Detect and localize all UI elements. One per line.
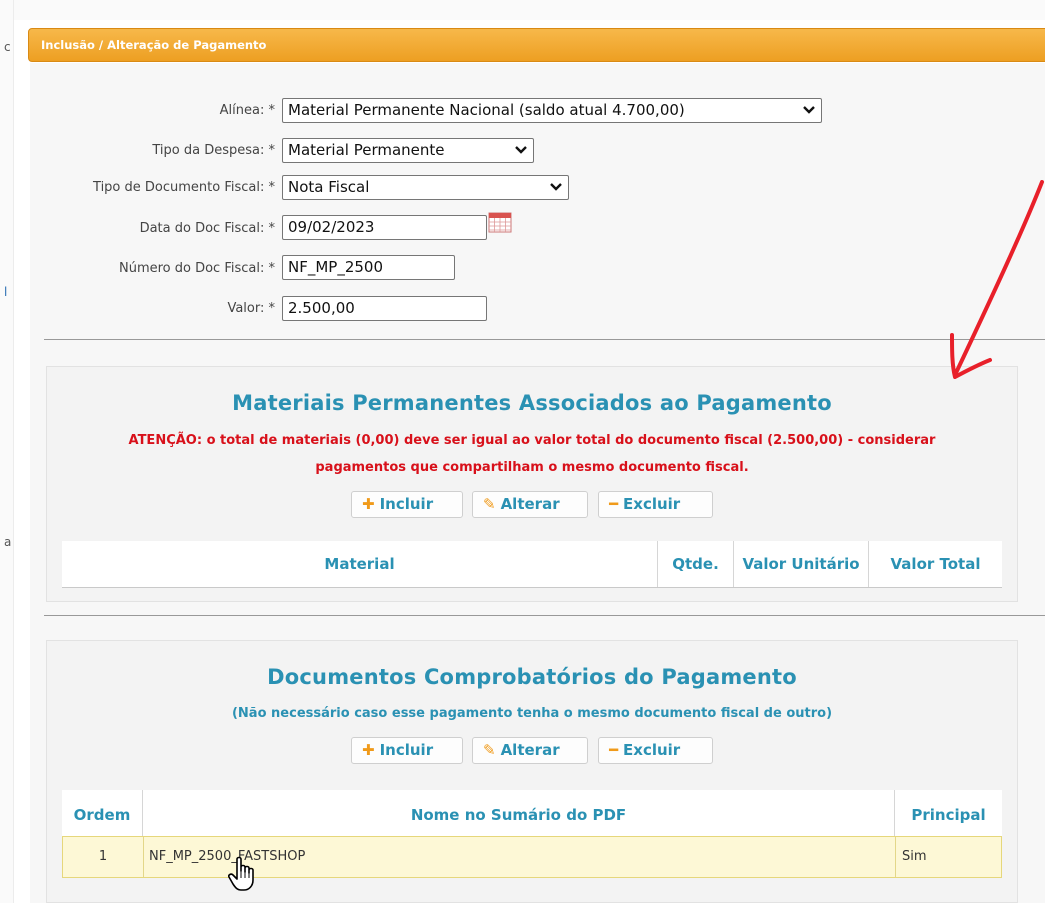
data-doc-label: Data do Doc Fiscal: * (139, 221, 275, 236)
tipo-despesa-label: Tipo da Despesa: * (152, 143, 275, 158)
alinea-select[interactable]: Material Permanente Nacional (saldo atua… (282, 98, 822, 123)
row-principal: Sim (895, 837, 1001, 877)
materiais-grid-header: Material Qtde. Valor Unitário Valor Tota… (62, 541, 1002, 588)
documentos-title: Documentos Comprobatórios do Pagamento (267, 665, 797, 689)
hand-cursor-icon (228, 856, 254, 891)
documentos-incluir-button[interactable]: ✚ Incluir (351, 737, 463, 764)
window-title-bar: Inclusão / Alteração de Pagamento (28, 28, 1045, 62)
row-ordem: 1 (98, 849, 108, 864)
tipo-documento-value: Nota Fiscal (288, 178, 370, 196)
alterar-label: Alterar (500, 495, 560, 513)
column-header-ordem[interactable]: Ordem (62, 790, 142, 836)
left-edge-char: l (4, 285, 8, 299)
column-header-qtde[interactable]: Qtde. (657, 541, 733, 587)
excluir-label: Excluir (623, 495, 681, 513)
numero-doc-label: Número do Doc Fiscal: * (118, 261, 275, 276)
left-edge-strip: c l a (0, 0, 14, 903)
calendar-icon[interactable] (488, 211, 512, 233)
documentos-alterar-button[interactable]: ✎ Alterar (472, 737, 588, 764)
chevron-down-icon (803, 106, 815, 114)
minus-icon: ━ (609, 495, 619, 513)
numero-doc-input[interactable]: NF_MP_2500 (282, 255, 455, 280)
divider (44, 339, 1045, 340)
materiais-warning-line2: pagamentos que compartilham o mesmo docu… (315, 460, 749, 475)
column-header-principal[interactable]: Principal (894, 790, 1002, 836)
alinea-label: Alínea: * (219, 103, 275, 118)
materiais-incluir-button[interactable]: ✚ Incluir (351, 491, 463, 518)
chevron-down-icon (550, 183, 562, 191)
tipo-despesa-value: Material Permanente (288, 141, 445, 159)
pencil-icon: ✎ (483, 495, 496, 513)
incluir-label: Incluir (379, 495, 434, 513)
documentos-subtitle: (Não necessário caso esse pagamento tenh… (231, 706, 833, 721)
divider (44, 615, 1045, 616)
materiais-title: Materiais Permanentes Associados ao Paga… (232, 391, 832, 415)
minus-icon: ━ (609, 741, 619, 759)
tipo-despesa-select[interactable]: Material Permanente (282, 138, 534, 163)
column-header-valor-total[interactable]: Valor Total (868, 541, 1002, 587)
materiais-excluir-button[interactable]: ━ Excluir (598, 491, 713, 518)
left-edge-char: a (4, 535, 12, 549)
alinea-value: Material Permanente Nacional (saldo atua… (288, 101, 685, 119)
left-edge-char: c (4, 40, 11, 54)
alterar-label: Alterar (500, 741, 560, 759)
incluir-label: Incluir (379, 741, 434, 759)
pencil-icon: ✎ (483, 741, 496, 759)
top-strip (14, 0, 1045, 20)
plus-icon: ✚ (362, 495, 375, 513)
materiais-warning-line1: ATENÇÃO: o total de materiais (0,00) dev… (128, 433, 936, 448)
annotation-arrow-icon (950, 180, 1044, 379)
documentos-excluir-button[interactable]: ━ Excluir (598, 737, 713, 764)
plus-icon: ✚ (362, 741, 375, 759)
tipo-documento-label: Tipo de Documento Fiscal: * (93, 180, 275, 195)
chevron-down-icon (515, 146, 527, 154)
tipo-documento-select[interactable]: Nota Fiscal (282, 175, 569, 200)
column-header-valor-unitario[interactable]: Valor Unitário (733, 541, 868, 587)
data-doc-input[interactable]: 09/02/2023 (282, 215, 487, 240)
materiais-alterar-button[interactable]: ✎ Alterar (472, 491, 588, 518)
valor-label: Valor: * (227, 301, 275, 316)
column-header-nome[interactable]: Nome no Sumário do PDF (142, 790, 894, 836)
column-header-material[interactable]: Material (62, 541, 657, 587)
window-title: Inclusão / Alteração de Pagamento (41, 38, 267, 52)
documentos-grid-header: Ordem Nome no Sumário do PDF Principal (62, 790, 1002, 836)
excluir-label: Excluir (623, 741, 681, 759)
valor-input[interactable]: 2.500,00 (282, 296, 487, 321)
table-row[interactable]: 1 NF_MP_2500_FASTSHOP Sim (62, 836, 1002, 878)
